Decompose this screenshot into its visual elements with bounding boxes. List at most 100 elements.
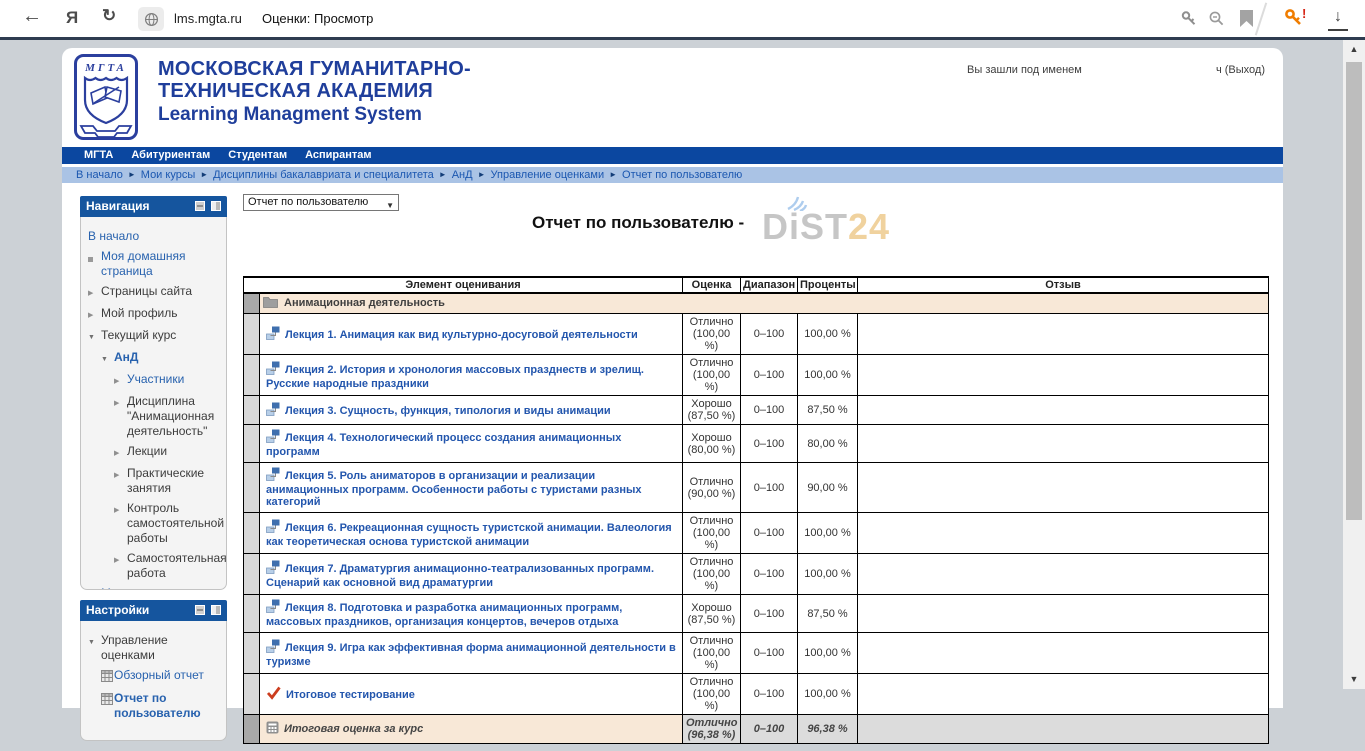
yandex-logo[interactable]: Я: [66, 8, 78, 28]
nav-item-abiturientam[interactable]: Абитуриентам: [131, 147, 210, 164]
chevron-right-icon[interactable]: ▶: [114, 551, 127, 581]
breadcrumb-disciplines[interactable]: Дисциплины бакалавриата и специалитета: [213, 169, 434, 181]
scroll-down-icon[interactable]: ▼: [1343, 674, 1365, 684]
sidebar-item-grade-admin[interactable]: ▼Управление оценками: [88, 633, 222, 663]
breadcrumb-grade-admin[interactable]: Управление оценками: [491, 169, 605, 181]
course-total-label: Итоговая оценка за курс: [284, 723, 423, 735]
chevron-right-icon[interactable]: ▶: [88, 284, 101, 301]
sidebar-item-site-pages[interactable]: ▶Страницы сайта: [88, 284, 222, 301]
site-card: МГТА МОСКОВСКАЯ ГУМАНИТАРНО- ТЕХНИЧЕСКАЯ…: [62, 48, 1283, 708]
sidebar-item-practical[interactable]: ▶Практические занятия: [114, 466, 222, 496]
top-navbar: МГТА Абитуриентам Студентам Аспирантам: [62, 147, 1283, 164]
nav-item-studentam[interactable]: Студентам: [228, 147, 287, 164]
settings-block-header: Настройки: [80, 600, 227, 621]
sidebar-item-user-report[interactable]: Отчет по пользователю: [101, 691, 222, 721]
collapse-block-icon[interactable]: [195, 605, 205, 615]
grade-item-link[interactable]: Лекция 5. Роль аниматоров в организации …: [266, 470, 642, 508]
page-title: Отчет по пользователю -: [532, 213, 744, 233]
chevron-right-icon[interactable]: ▶: [114, 466, 127, 496]
breadcrumb-separator-icon: ►: [200, 170, 208, 179]
col-header-grade: Оценка: [683, 277, 741, 293]
collapse-block-icon[interactable]: [195, 201, 205, 211]
svg-text:МГТА: МГТА: [84, 62, 127, 74]
chevron-right-icon[interactable]: ▶: [114, 444, 127, 461]
table-row: Лекция 5. Роль аниматоров в организации …: [244, 463, 1269, 513]
grade-item-link[interactable]: Лекция 6. Рекреационная сущность туристс…: [266, 522, 672, 548]
feedback-cell: [858, 674, 1269, 715]
sidebar-item-lectures[interactable]: ▶Лекции: [114, 444, 222, 461]
lesson-icon: [266, 361, 280, 378]
col-header-percent: Проценты: [798, 277, 858, 293]
grade-item-link[interactable]: Лекция 8. Подготовка и разработка анимац…: [266, 602, 622, 628]
dock-block-icon[interactable]: [211, 201, 221, 211]
table-header-row: Элемент оценивания Оценка Диапазон Проце…: [244, 277, 1269, 293]
breadcrumb-course[interactable]: АнД: [452, 169, 473, 181]
chevron-down-icon[interactable]: ▼: [88, 328, 101, 345]
sidebar-item-participants[interactable]: ▶Участники: [114, 372, 222, 389]
feedback-cell: [858, 554, 1269, 595]
download-icon[interactable]: ↓: [1328, 7, 1348, 31]
grade-item-link[interactable]: Лекция 3. Сущность, функция, типология и…: [285, 405, 611, 417]
grade-item-link[interactable]: Лекция 2. История и хронология массовых …: [266, 364, 644, 390]
chevron-right-icon[interactable]: ▶: [114, 501, 127, 546]
grade-item-link[interactable]: Итоговое тестирование: [286, 689, 415, 701]
nav-item-mgta[interactable]: МГТА: [84, 147, 113, 164]
feedback-cell: [858, 633, 1269, 674]
indent-cell: [244, 595, 260, 633]
indent-cell: [244, 293, 260, 314]
sidebar-item-my-profile[interactable]: ▶Мой профиль: [88, 306, 222, 323]
grade-item-link[interactable]: Лекция 1. Анимация как вид культурно-дос…: [285, 329, 638, 341]
sidebar-item-and-course[interactable]: ▼АнД: [101, 350, 222, 367]
password-alert-icon[interactable]: [1284, 8, 1304, 33]
table-row: Лекция 2. История и хронология массовых …: [244, 355, 1269, 396]
dock-block-icon[interactable]: [211, 605, 221, 615]
page-search-icon[interactable]: [1208, 10, 1226, 33]
nav-item-aspirantam[interactable]: Аспирантам: [305, 147, 371, 164]
report-type-select[interactable]: Отчет по пользователю ▼: [243, 194, 399, 211]
address-url[interactable]: lms.mgta.ru: [174, 11, 242, 26]
sidebar-item-selfwork[interactable]: ▶Самостоятельная работа: [114, 551, 222, 581]
sidebar-item-my-courses[interactable]: ▶Мои курсы: [88, 586, 222, 590]
sidebar-item-current-course[interactable]: ▼Текущий курс: [88, 328, 222, 345]
grade-item-link[interactable]: Лекция 7. Драматургия анимационно-театра…: [266, 563, 654, 589]
indent-cell: [244, 554, 260, 595]
quiz-check-icon: [266, 686, 281, 703]
report-type-value: Отчет по пользователю: [248, 196, 368, 208]
chevron-right-icon[interactable]: ▶: [114, 372, 127, 389]
sidebar-item-discipline[interactable]: ▶Дисциплина "Анимационная деятельность": [114, 394, 222, 439]
breadcrumb-separator-icon: ►: [439, 170, 447, 179]
lesson-icon: [266, 326, 280, 343]
breadcrumb-home[interactable]: В начало: [76, 169, 123, 181]
chevron-down-icon[interactable]: ▼: [88, 633, 101, 663]
grade-item-link[interactable]: Лекция 9. Игра как эффективная форма ани…: [266, 642, 676, 668]
chevron-right-icon[interactable]: ▶: [88, 586, 101, 590]
breadcrumb-my-courses[interactable]: Мои курсы: [141, 169, 195, 181]
calculator-icon: [266, 721, 279, 737]
indent-cell: [244, 396, 260, 425]
table-row: Лекция 1. Анимация как вид культурно-дос…: [244, 314, 1269, 355]
logout-link[interactable]: ч (Выход): [1216, 64, 1265, 76]
grade-item-link[interactable]: Лекция 4. Технологический процесс создан…: [266, 432, 621, 458]
breadcrumb-user-report[interactable]: Отчет по пользователю: [622, 169, 742, 181]
scroll-up-icon[interactable]: ▲: [1343, 44, 1365, 54]
chevron-down-icon[interactable]: ▼: [101, 350, 114, 367]
indent-cell: [244, 633, 260, 674]
indent-cell: [244, 513, 260, 554]
settings-tree: ▼Управление оценками Обзорный отчет Отче…: [80, 621, 227, 741]
scrollbar-thumb[interactable]: [1346, 62, 1362, 520]
page-scrollbar[interactable]: ▲ ▼: [1343, 40, 1365, 689]
sidebar-item-home[interactable]: В начало: [88, 229, 222, 244]
indent-cell: [244, 355, 260, 396]
back-arrow-icon[interactable]: ←: [22, 5, 42, 28]
table-row: Итоговое тестирование Отлично(100,00 %) …: [244, 674, 1269, 715]
bookmark-icon[interactable]: [1240, 10, 1253, 32]
chevron-right-icon[interactable]: ▶: [88, 306, 101, 323]
course-total-row: Итоговая оценка за курс Отлично(96,38 %)…: [244, 715, 1269, 744]
sidebar-item-control[interactable]: ▶Контроль самостоятельной работы: [114, 501, 222, 546]
sidebar-item-my-home[interactable]: Моя домашняя страница: [88, 249, 222, 279]
key-icon[interactable]: [1180, 10, 1198, 33]
refresh-icon[interactable]: ↻: [102, 6, 116, 26]
chevron-right-icon[interactable]: ▶: [114, 394, 127, 439]
feedback-cell: [858, 396, 1269, 425]
sidebar-item-grader-report[interactable]: Обзорный отчет: [101, 668, 222, 686]
